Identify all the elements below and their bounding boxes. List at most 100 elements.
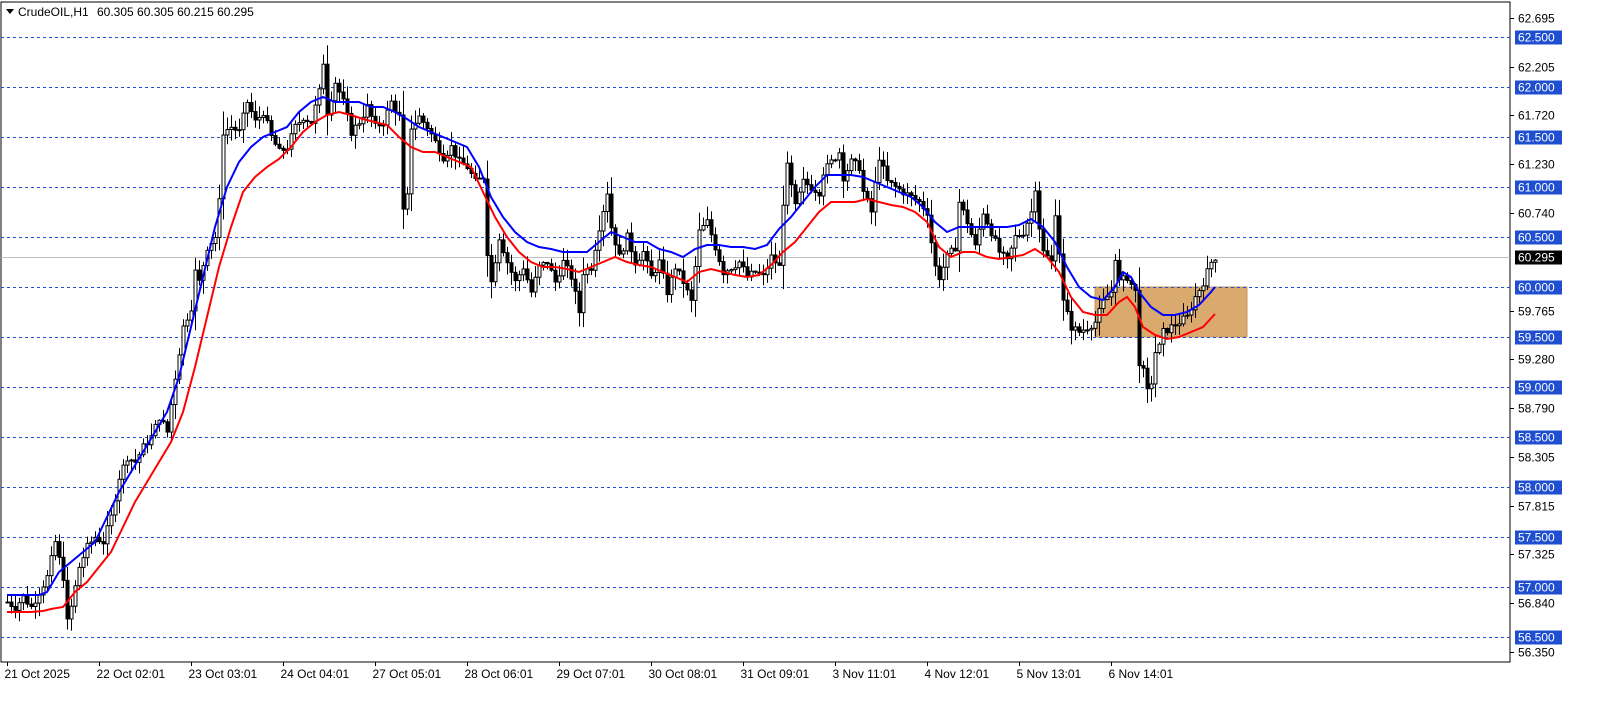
candle-body bbox=[889, 180, 894, 183]
candle-body bbox=[253, 111, 258, 121]
level-label: 60.000 bbox=[1518, 281, 1555, 295]
candle-body bbox=[249, 101, 254, 113]
candle-body bbox=[405, 193, 410, 210]
candle-body bbox=[817, 191, 822, 197]
candle-body bbox=[233, 126, 238, 131]
candle-body bbox=[533, 276, 538, 293]
candle-body bbox=[245, 101, 250, 114]
plot-frame bbox=[0, 1, 1511, 663]
candle-body bbox=[877, 159, 882, 183]
candle-body bbox=[685, 282, 690, 291]
candle-body bbox=[897, 185, 902, 190]
candle-body bbox=[297, 122, 302, 125]
level-label: 61.500 bbox=[1518, 131, 1555, 145]
candle-body bbox=[1141, 365, 1146, 369]
candle-body bbox=[385, 109, 390, 126]
chart-svg: 62.695 62.205 61.720 61.230 60.740 59.765 59.2… bbox=[0, 1, 1562, 681]
candle-body bbox=[1161, 328, 1166, 345]
candle-body bbox=[449, 145, 454, 156]
price-tick-label: 58.305 bbox=[1518, 451, 1555, 465]
candle-body bbox=[1169, 324, 1174, 334]
candle-body bbox=[241, 112, 246, 131]
candle-body bbox=[337, 82, 342, 93]
candle-body bbox=[969, 223, 974, 236]
time-tick-label: 31 Oct 09:01 bbox=[741, 667, 810, 681]
candle-body bbox=[1053, 215, 1058, 262]
candle-body bbox=[1017, 235, 1022, 238]
candle-body bbox=[1149, 383, 1154, 390]
candle-body bbox=[505, 252, 510, 264]
candle-body bbox=[689, 289, 694, 301]
candle-body bbox=[829, 159, 834, 165]
candle-body bbox=[701, 225, 706, 231]
candle-body bbox=[1121, 275, 1126, 281]
candle-body bbox=[457, 156, 462, 159]
candle-body bbox=[521, 268, 526, 276]
candle-body bbox=[425, 121, 430, 130]
candle-body bbox=[1201, 285, 1206, 292]
candle-body bbox=[1013, 235, 1018, 249]
candle-body bbox=[741, 261, 746, 268]
chart-header: CrudeOIL,H1 60.305 60.305 60.215 60.295 bbox=[6, 5, 254, 19]
price-tick-label: 56.350 bbox=[1518, 646, 1555, 660]
candle-body bbox=[213, 236, 218, 245]
candle-body bbox=[813, 189, 818, 193]
candle-body bbox=[1157, 343, 1162, 354]
level-label: 60.500 bbox=[1518, 231, 1555, 245]
candle-body bbox=[605, 193, 610, 213]
candle-body bbox=[961, 201, 966, 211]
candle-body bbox=[421, 115, 426, 123]
candle-body bbox=[641, 250, 646, 261]
candle-body bbox=[985, 213, 990, 225]
candle-body bbox=[1029, 211, 1034, 224]
level-label: 58.500 bbox=[1518, 431, 1555, 445]
candle-body bbox=[121, 464, 126, 480]
candle-body bbox=[73, 585, 78, 607]
candle-body bbox=[1081, 329, 1086, 333]
candle-body bbox=[645, 250, 650, 262]
candle-body bbox=[629, 232, 634, 253]
candle-body bbox=[1153, 352, 1158, 385]
candle-body bbox=[1185, 314, 1190, 317]
candle-body bbox=[1137, 289, 1142, 367]
candle-body bbox=[37, 594, 42, 604]
candle-body bbox=[305, 119, 310, 122]
time-tick-label: 30 Oct 08:01 bbox=[649, 667, 718, 681]
level-lines-layer bbox=[0, 1, 1511, 663]
candle-body bbox=[609, 193, 614, 229]
level-label: 62.000 bbox=[1518, 81, 1555, 95]
candle-body bbox=[21, 595, 26, 604]
candle-body bbox=[789, 162, 794, 186]
dropdown-triangle-icon[interactable] bbox=[6, 9, 14, 14]
price-chart[interactable]: 62.695 62.205 61.720 61.230 60.740 59.765 59.2… bbox=[0, 0, 1614, 703]
symbol-label: CrudeOIL,H1 bbox=[18, 5, 89, 19]
candle-body bbox=[1205, 268, 1210, 287]
level-label: 62.500 bbox=[1518, 31, 1555, 45]
candle-body bbox=[529, 279, 534, 293]
candle-body bbox=[325, 63, 330, 116]
price-tick-label: 59.765 bbox=[1518, 305, 1555, 319]
candle-body bbox=[57, 541, 62, 558]
candle-body bbox=[1093, 321, 1098, 329]
candle-body bbox=[221, 134, 226, 200]
candle-body bbox=[49, 555, 54, 577]
candle-body bbox=[797, 191, 802, 205]
candle-body bbox=[745, 266, 750, 278]
candle-body bbox=[165, 421, 170, 433]
candle-body bbox=[1073, 326, 1078, 331]
candle-body bbox=[665, 272, 670, 296]
price-tick-label: 61.720 bbox=[1518, 109, 1555, 123]
candle-body bbox=[101, 541, 106, 545]
candle-body bbox=[225, 129, 230, 136]
price-tick-label: 59.280 bbox=[1518, 353, 1555, 367]
candle-body bbox=[949, 247, 954, 255]
candle-body bbox=[617, 244, 622, 255]
moving-average-fast bbox=[7, 95, 1216, 596]
candle-body bbox=[669, 276, 674, 296]
level-label: 57.500 bbox=[1518, 531, 1555, 545]
candle-body bbox=[1197, 290, 1202, 298]
price-tick-label: 60.740 bbox=[1518, 207, 1555, 221]
candle-body bbox=[525, 268, 530, 281]
time-tick-label: 23 Oct 03:01 bbox=[189, 667, 258, 681]
candle-body bbox=[861, 169, 866, 192]
